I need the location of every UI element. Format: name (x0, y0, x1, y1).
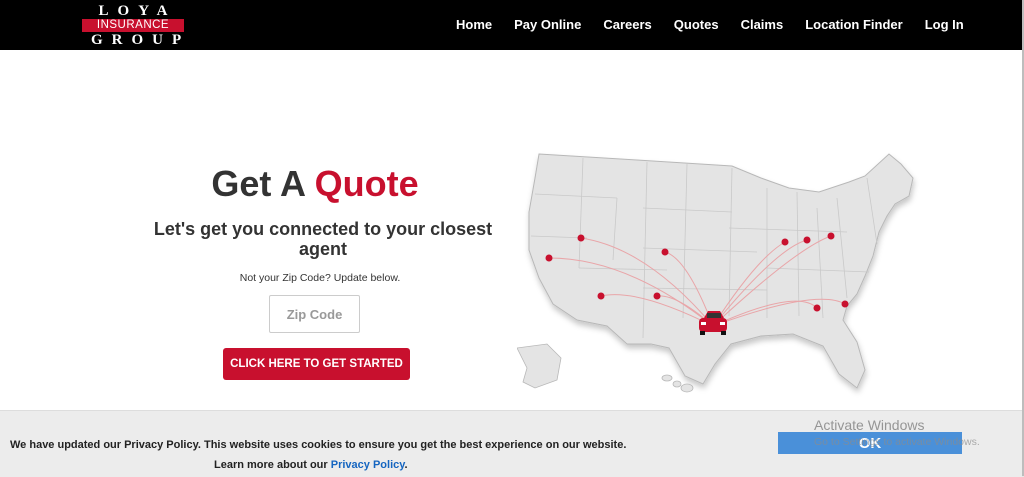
pin (841, 300, 849, 308)
page-title: Get A Quote (150, 163, 480, 205)
get-started-button[interactable]: CLICK HERE TO GET STARTED (223, 348, 410, 380)
us-map-with-car-icon (517, 153, 914, 393)
nav-claims[interactable]: Claims (741, 17, 784, 32)
cookie-learn-more: Learn more about our Privacy Policy. (214, 459, 408, 471)
learn-prefix: Learn more about our (214, 459, 331, 471)
zip-code-input[interactable] (269, 295, 360, 333)
top-navbar: LOYA INSURANCE GROUP Home Pay Online Car… (0, 0, 1022, 50)
nav-pay-online[interactable]: Pay Online (514, 17, 581, 32)
nav-location-finder[interactable]: Location Finder (805, 17, 903, 32)
title-accent: Quote (314, 163, 419, 204)
nav-log-in[interactable]: Log In (925, 17, 964, 32)
pin (827, 232, 835, 240)
nav-home[interactable]: Home (456, 17, 492, 32)
pin (813, 304, 821, 312)
logo-bottom-text: GROUP (91, 32, 191, 48)
pin (577, 234, 585, 242)
pin (781, 238, 789, 246)
page-subtitle: Let's get you connected to your closest … (153, 219, 493, 259)
nav-careers[interactable]: Careers (603, 17, 651, 32)
page: LOYA INSURANCE GROUP Home Pay Online Car… (0, 0, 1024, 477)
privacy-policy-link[interactable]: Privacy Policy (331, 459, 405, 471)
logo-top-text: LOYA (98, 3, 177, 19)
pin (661, 248, 669, 256)
windows-watermark-title: Activate Windows (814, 417, 925, 433)
us-mainland-shape (528, 153, 914, 389)
loya-logo[interactable]: LOYA INSURANCE GROUP (82, 3, 191, 48)
logo-mid-text: INSURANCE (82, 19, 184, 32)
alaska-shape (517, 343, 562, 389)
pin (653, 292, 661, 300)
zip-note: Not your Zip Code? Update below. (239, 272, 401, 284)
cookie-ok-button[interactable]: OK (778, 432, 962, 454)
learn-suffix: . (404, 459, 408, 471)
cookie-message: We have updated our Privacy Policy. This… (10, 439, 627, 451)
pin (803, 236, 811, 244)
title-prefix: Get A (211, 163, 315, 204)
nav-quotes[interactable]: Quotes (674, 17, 719, 32)
pin (597, 292, 605, 300)
pin (545, 254, 553, 262)
main-nav: Home Pay Online Careers Quotes Claims Lo… (456, 17, 986, 32)
